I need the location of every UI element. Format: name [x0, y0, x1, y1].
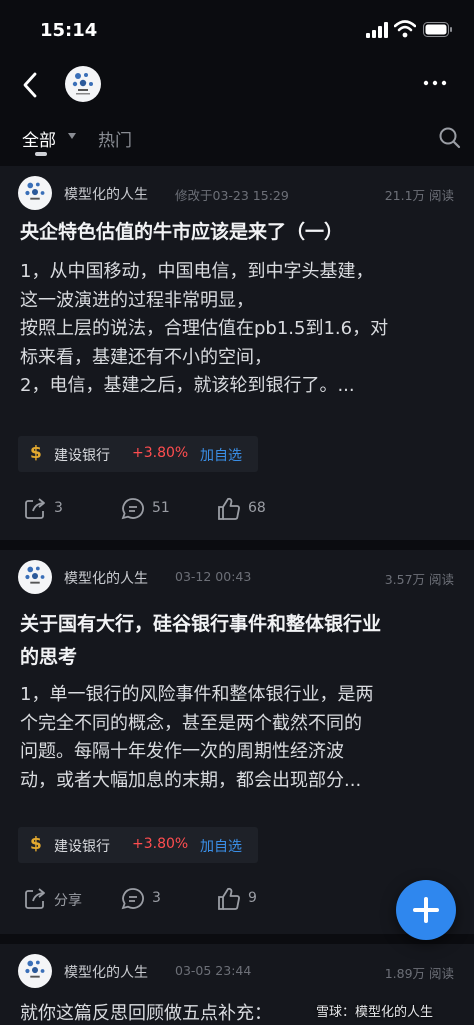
post-header: 模型化的人生 修改于03-23 15:29 21.1万 阅读 — [18, 176, 458, 212]
avatar-graphic-icon — [25, 960, 45, 978]
like-button[interactable]: 68 — [216, 496, 286, 524]
avatar-graphic-icon — [25, 182, 45, 200]
thumbs-up-icon — [218, 497, 240, 520]
cellular-signal-icon — [366, 22, 388, 38]
comment-count: 3 — [152, 890, 161, 906]
like-button[interactable]: 9 — [216, 886, 286, 914]
author-avatar[interactable] — [18, 560, 52, 594]
active-tab-indicator — [35, 152, 47, 156]
plus-icon-vertical — [424, 897, 428, 923]
share-icon — [25, 888, 45, 909]
status-time: 15:14 — [40, 20, 98, 41]
body-line: 按照上层的说法，合理估值在pb1.5到1.6，对 — [20, 318, 389, 339]
stock-change: +3.80% — [132, 836, 189, 852]
author-name[interactable]: 模型化的人生 — [64, 962, 148, 982]
body-line: 这一波演进的过程非常明显， — [20, 289, 254, 311]
comment-button[interactable]: 51 — [120, 496, 190, 524]
view-count: 21.1万 阅读 — [384, 188, 454, 203]
nav-bar — [0, 58, 474, 114]
post-card[interactable]: 模型化的人生 03-12 00:43 3.57万 阅读 关于国有大行，硅谷银行事… — [0, 550, 474, 934]
post-time: 修改于03-23 15:29 — [175, 188, 289, 203]
post-body[interactable]: 1，单一银行的风险事件和整体银行业，是两 个完全不同的概念，甚至是两个截然不同的… — [20, 681, 456, 795]
post-title[interactable]: 央企特色估值的牛市应该是来了（一） — [20, 216, 450, 249]
post-header: 模型化的人生 03-05 23:44 1.89万 阅读 — [18, 954, 458, 990]
user-avatar[interactable] — [65, 66, 101, 102]
stock-tag[interactable]: $ 建设银行 +3.80% 加自选 — [18, 827, 258, 863]
add-watchlist-button[interactable]: 加自选 — [200, 445, 242, 465]
author-avatar[interactable] — [18, 954, 52, 988]
thumbs-up-icon — [218, 887, 240, 910]
body-line: 个完全不同的概念，甚至是两个截然不同的 — [20, 712, 362, 734]
compose-button[interactable] — [396, 880, 456, 940]
watermark: 雪球：模型化的人生 — [316, 1005, 434, 1020]
author-name[interactable]: 模型化的人生 — [64, 568, 148, 588]
like-count: 9 — [248, 890, 257, 906]
like-count: 68 — [248, 500, 266, 516]
post-body[interactable]: 1，从中国移动，中国电信，到中字头基建， 这一波演进的过程非常明显， 按照上层的… — [20, 258, 456, 401]
battery-icon — [423, 22, 452, 37]
share-button[interactable]: 分享 — [22, 886, 102, 914]
filter-tabs: 全部 热门 — [0, 118, 474, 162]
post-header: 模型化的人生 03-12 00:43 3.57万 阅读 — [18, 560, 458, 596]
body-line: 动，或者大幅加息的末期，都会出现部分... — [20, 769, 362, 791]
comment-count: 51 — [152, 500, 170, 516]
separator — [0, 540, 474, 550]
share-icon — [25, 498, 45, 519]
stock-change: +3.80% — [132, 445, 189, 461]
stock-name: 建设银行 — [54, 448, 110, 464]
share-label: 分享 — [54, 893, 82, 909]
avatar-graphic-icon — [25, 566, 45, 584]
search-icon[interactable] — [438, 126, 462, 150]
post-time: 03-12 00:43 — [175, 569, 252, 584]
author-avatar[interactable] — [18, 176, 52, 210]
comment-button[interactable]: 3 — [120, 886, 190, 914]
body-line: 1，单一银行的风险事件和整体银行业，是两 — [20, 684, 374, 705]
body-line: 1，从中国移动，中国电信，到中字头基建， — [20, 261, 374, 282]
post-card[interactable]: 模型化的人生 修改于03-23 15:29 21.1万 阅读 央企特色估值的牛市… — [0, 166, 474, 540]
body-line: 标来看，基建还有不小的空间， — [20, 346, 272, 368]
stock-name: 建设银行 — [54, 839, 110, 855]
title-line: 关于国有大行，硅谷银行事件和整体银行业 — [20, 613, 382, 635]
more-options-icon[interactable] — [420, 76, 450, 90]
comment-icon — [121, 498, 144, 520]
dollar-icon: $ — [30, 443, 42, 463]
avatar-graphic-icon — [72, 73, 93, 95]
dollar-icon: $ — [30, 834, 42, 854]
title-line: 的思考 — [20, 646, 78, 668]
stock-tag[interactable]: $ 建设银行 +3.80% 加自选 — [18, 436, 258, 472]
body-line: 2，电信，基建之后，就该轮到银行了。... — [20, 375, 355, 396]
comment-icon — [121, 888, 144, 910]
share-button[interactable]: 3 — [22, 496, 92, 524]
view-count: 3.57万 阅读 — [384, 572, 454, 587]
separator — [0, 934, 474, 944]
share-count: 3 — [54, 500, 63, 516]
tab-hot[interactable]: 热门 — [98, 126, 132, 151]
wifi-icon — [394, 20, 416, 38]
body-line: 问题。每隔十年发作一次的周期性经济波 — [20, 741, 344, 762]
author-name[interactable]: 模型化的人生 — [64, 184, 148, 204]
status-bar: 15:14 — [0, 0, 474, 58]
view-count: 1.89万 阅读 — [384, 966, 454, 981]
post-time: 03-05 23:44 — [175, 963, 252, 978]
back-arrow-icon[interactable] — [16, 70, 46, 100]
tab-all[interactable]: 全部 — [22, 126, 56, 151]
post-title[interactable]: 关于国有大行，硅谷银行事件和整体银行业 的思考 — [20, 608, 450, 674]
dropdown-caret-icon[interactable] — [68, 133, 76, 139]
add-watchlist-button[interactable]: 加自选 — [200, 836, 242, 856]
